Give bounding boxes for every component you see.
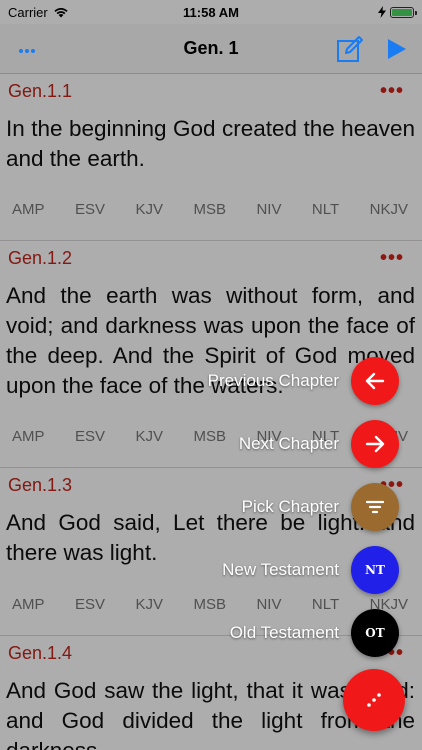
dots-icon xyxy=(367,693,381,707)
new-testament-button[interactable]: NT xyxy=(351,546,399,594)
ot-badge: OT xyxy=(365,626,385,640)
arrow-right-icon xyxy=(365,435,385,453)
compose-icon[interactable] xyxy=(336,35,364,63)
filter-icon xyxy=(366,500,384,514)
pick-chapter-button[interactable] xyxy=(351,483,399,531)
previous-chapter-button[interactable] xyxy=(351,357,399,405)
arrow-left-icon xyxy=(365,372,385,390)
fab-label[interactable]: Old Testament xyxy=(230,623,339,643)
fab-new-testament[interactable]: New Testament NT xyxy=(222,546,399,594)
fab-pick-chapter[interactable]: Pick Chapter xyxy=(242,483,399,531)
fab-main-button[interactable] xyxy=(343,669,405,731)
fab-next-chapter[interactable]: Next Chapter xyxy=(239,420,399,468)
fab-label[interactable]: Pick Chapter xyxy=(242,497,339,517)
fab-label[interactable]: Previous Chapter xyxy=(208,371,339,391)
nt-badge: NT xyxy=(365,563,385,577)
next-chapter-button[interactable] xyxy=(351,420,399,468)
old-testament-button[interactable]: OT xyxy=(351,609,399,657)
fab-previous-chapter[interactable]: Previous Chapter xyxy=(208,357,399,405)
more-options-button[interactable] xyxy=(18,37,36,60)
fab-old-testament[interactable]: Old Testament OT xyxy=(230,609,399,657)
play-icon[interactable] xyxy=(386,37,408,61)
more-dots-icon xyxy=(19,49,35,53)
fab-label[interactable]: Next Chapter xyxy=(239,434,339,454)
nav-actions xyxy=(336,35,408,63)
fab-label[interactable]: New Testament xyxy=(222,560,339,580)
